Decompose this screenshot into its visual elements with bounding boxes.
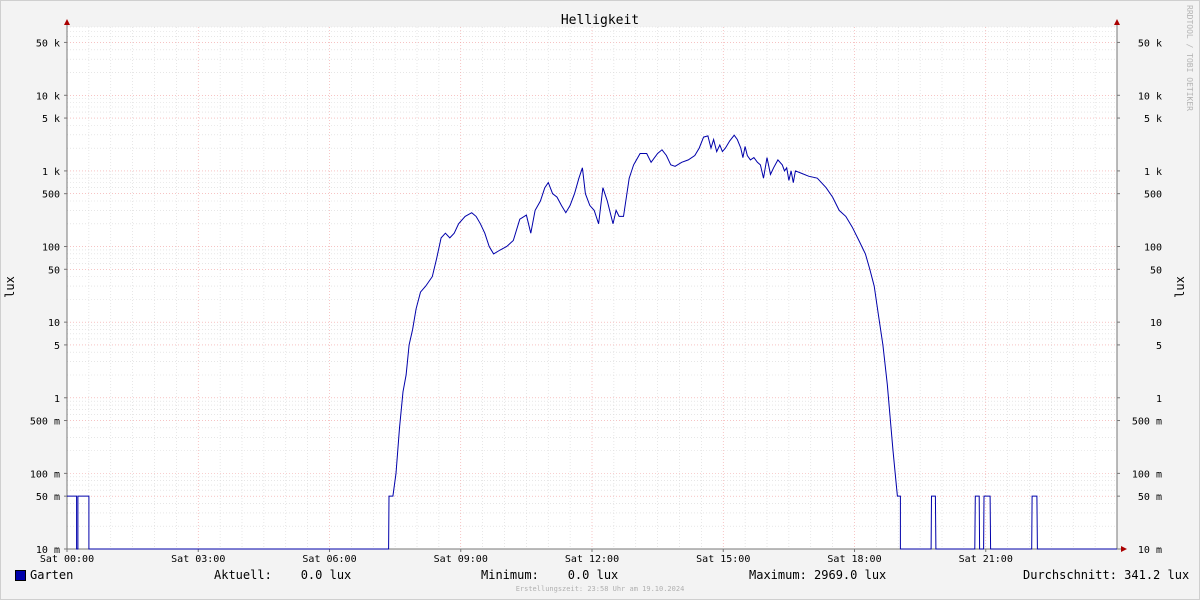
- y-tick-label-left: 100: [42, 243, 60, 254]
- brightness-chart: Helligkeit lux lux RRDTOOL / TOBI OETIKE…: [3, 5, 1194, 565]
- y-tick-label-right: 500: [1144, 190, 1162, 201]
- chart-title: Helligkeit: [561, 13, 639, 28]
- y-axis-arrow-right: [1114, 19, 1120, 25]
- y-axis-label-left: lux: [3, 276, 17, 298]
- y-axis-arrow-left: [64, 19, 70, 25]
- legend-maximum: Maximum: 2969.0 lux: [749, 568, 887, 582]
- y-tick-label-right: 10 m: [1138, 545, 1162, 556]
- y-tick-label-left: 500: [42, 190, 60, 201]
- y-tick-label-right: 100: [1144, 243, 1162, 254]
- y-tick-label-right: 10 k: [1138, 91, 1162, 102]
- y-axis-label-right: lux: [1173, 276, 1187, 298]
- y-tick-label-left: 10 k: [36, 91, 60, 102]
- legend-current: Aktuell: 0.0 lux: [214, 568, 352, 582]
- watermark: RRDTOOL / TOBI OETIKER: [1185, 5, 1194, 111]
- y-tick-label-left: 100 m: [30, 469, 60, 480]
- x-tick-label: Sat 00:00: [40, 554, 94, 565]
- legend-swatch-garten: [15, 570, 26, 581]
- x-tick-label: Sat 09:00: [434, 554, 488, 565]
- y-tick-label-left: 50 k: [36, 38, 60, 49]
- y-tick-label-left: 50: [48, 265, 60, 276]
- y-tick-label-right: 10: [1150, 318, 1162, 329]
- y-tick-label-left: 5: [54, 341, 60, 352]
- y-tick-label-left: 10: [48, 318, 60, 329]
- legend-series-name: Garten: [30, 568, 74, 582]
- y-tick-label-right: 5 k: [1144, 114, 1162, 125]
- x-axis-arrow: [1121, 546, 1127, 552]
- creation-timestamp: Erstellungszeit: 23:58 Uhr am 19.10.2024: [515, 585, 685, 593]
- x-tick-label: Sat 12:00: [565, 554, 619, 565]
- x-tick-label: Sat 03:00: [171, 554, 225, 565]
- y-tick-label-right: 1 k: [1144, 167, 1162, 178]
- x-tick-label: Sat 15:00: [696, 554, 750, 565]
- y-tick-label-right: 50 m: [1138, 492, 1162, 503]
- x-tick-label: Sat 21:00: [959, 554, 1013, 565]
- y-tick-label-right: 500 m: [1132, 417, 1162, 428]
- legend-average: Durchschnitt: 341.2 lux: [1023, 568, 1190, 582]
- y-tick-label-left: 1 k: [42, 167, 60, 178]
- y-tick-label-right: 1: [1156, 394, 1162, 405]
- y-tick-label-right: 100 m: [1132, 469, 1162, 480]
- y-tick-label-left: 1: [54, 394, 60, 405]
- x-tick-label: Sat 18:00: [827, 554, 881, 565]
- y-tick-label-right: 5: [1156, 341, 1162, 352]
- y-tick-label-left: 500 m: [30, 417, 60, 428]
- y-tick-label-right: 50: [1150, 265, 1162, 276]
- y-tick-label-left: 5 k: [42, 114, 60, 125]
- x-tick-label: Sat 06:00: [302, 554, 356, 565]
- y-tick-label-left: 50 m: [36, 492, 60, 503]
- legend-minimum: Minimum: 0.0 lux: [481, 568, 619, 582]
- y-tick-label-right: 50 k: [1138, 38, 1162, 49]
